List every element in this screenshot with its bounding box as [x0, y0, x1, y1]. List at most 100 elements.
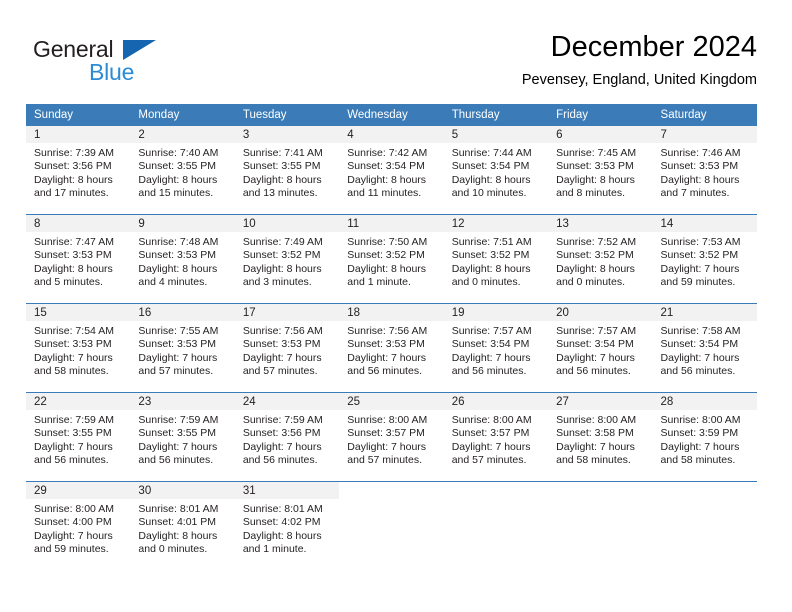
daylight-text: Daylight: 8 hours and 1 minute.	[242, 529, 322, 556]
sunrise-text: Sunrise: 7:47 AM	[34, 236, 114, 248]
calendar-day-cell[interactable]: 4 Sunrise: 7:42 AM Sunset: 3:54 PM Daylight…	[339, 126, 444, 215]
sunrise-text: Sunrise: 7:55 AM	[138, 325, 219, 337]
daylight-text: Daylight: 7 hours and 56 minutes.	[34, 440, 113, 467]
sunrise-text: Sunrise: 8:00 AM	[556, 414, 637, 426]
daylight-text: Daylight: 7 hours and 57 minutes.	[451, 440, 531, 467]
calendar-day-cell[interactable]: 8 Sunrise: 7:47 AM Sunset: 3:53 PM Daylight…	[26, 214, 131, 304]
day-number: 22	[26, 393, 131, 410]
day-number: 13	[548, 215, 653, 232]
day-sun-info: Sunrise: 7:46 AM Sunset: 3:53 PM Daylight:…	[653, 143, 757, 201]
sunset-text: Sunset: 3:53 PM	[347, 338, 425, 351]
sunset-text: Sunset: 3:54 PM	[556, 338, 634, 351]
weekday-header-tuesday: Tuesday	[234, 104, 340, 126]
day-cell-inner: 27 Sunrise: 8:00 AM Sunset: 3:58 PM Dayligh…	[548, 393, 653, 481]
calendar-day-cell[interactable]: 18 Sunrise: 7:56 AM Sunset: 3:53 PM Dayligh…	[339, 303, 444, 393]
day-number: 14	[652, 215, 757, 232]
day-cell-inner: 2 Sunrise: 7:40 AM Sunset: 3:55 PM Daylight…	[130, 126, 235, 214]
calendar-day-cell[interactable]: 2 Sunrise: 7:40 AM Sunset: 3:55 PM Daylight…	[130, 126, 235, 215]
daylight-text: Daylight: 7 hours and 58 minutes.	[556, 440, 635, 467]
calendar-day-cell[interactable]: 6 Sunrise: 7:45 AM Sunset: 3:53 PM Daylight…	[548, 126, 653, 215]
calendar-day-cell[interactable]: 15 Sunrise: 7:54 AM Sunset: 3:53 PM Dayligh…	[26, 303, 131, 393]
calendar-day-cell[interactable]: 1 Sunrise: 7:39 AM Sunset: 3:56 PM Daylight…	[26, 126, 131, 215]
day-number: 8	[26, 215, 131, 232]
sunset-text: Sunset: 3:57 PM	[347, 427, 425, 440]
calendar-day-cell[interactable]: 25 Sunrise: 8:00 AM Sunset: 3:57 PM Dayligh…	[339, 392, 444, 482]
generalblue-logo[interactable]: General Blue	[33, 36, 213, 85]
day-sun-info: Sunrise: 7:47 AM Sunset: 3:53 PM Daylight:…	[26, 232, 130, 290]
sunrise-text: Sunrise: 7:39 AM	[34, 147, 114, 159]
day-number: 29	[26, 482, 131, 499]
calendar-day-cell	[443, 481, 549, 570]
calendar-day-cell[interactable]: 12 Sunrise: 7:51 AM Sunset: 3:52 PM Dayligh…	[443, 214, 549, 304]
calendar-day-cell[interactable]: 7 Sunrise: 7:46 AM Sunset: 3:53 PM Daylight…	[652, 126, 757, 215]
calendar-day-cell[interactable]: 19 Sunrise: 7:57 AM Sunset: 3:54 PM Dayligh…	[443, 303, 549, 393]
calendar-day-cell[interactable]: 30 Sunrise: 8:01 AM Sunset: 4:01 PM Dayligh…	[130, 481, 235, 570]
sunrise-text: Sunrise: 7:58 AM	[660, 325, 741, 337]
calendar-day-cell[interactable]: 29 Sunrise: 8:00 AM Sunset: 4:00 PM Dayligh…	[26, 481, 131, 570]
daylight-text: Daylight: 8 hours and 0 minutes.	[451, 262, 531, 289]
day-cell-inner: 31 Sunrise: 8:01 AM Sunset: 4:02 PM Dayligh…	[234, 482, 340, 570]
day-sun-info	[653, 499, 757, 503]
daylight-text: Daylight: 8 hours and 15 minutes.	[138, 173, 218, 200]
day-number	[548, 482, 652, 499]
page-title: December 2024	[550, 31, 757, 63]
day-number: 1	[26, 126, 131, 143]
daylight-text: Daylight: 7 hours and 57 minutes.	[138, 351, 218, 378]
sunset-text: Sunset: 3:53 PM	[556, 160, 634, 173]
day-cell-inner: 14 Sunrise: 7:53 AM Sunset: 3:52 PM Dayligh…	[652, 215, 757, 303]
day-cell-inner	[444, 482, 548, 570]
daylight-text: Daylight: 8 hours and 0 minutes.	[138, 529, 218, 556]
sunrise-text: Sunrise: 7:59 AM	[242, 414, 323, 426]
day-number: 9	[130, 215, 235, 232]
day-sun-info: Sunrise: 7:59 AM Sunset: 3:56 PM Daylight:…	[235, 410, 339, 468]
day-sun-info: Sunrise: 7:54 AM Sunset: 3:53 PM Daylight:…	[26, 321, 130, 379]
day-cell-inner: 30 Sunrise: 8:01 AM Sunset: 4:01 PM Dayligh…	[130, 482, 235, 570]
day-cell-inner: 11 Sunrise: 7:50 AM Sunset: 3:52 PM Dayligh…	[339, 215, 444, 303]
sunrise-text: Sunrise: 8:00 AM	[347, 414, 428, 426]
sunset-text: Sunset: 3:52 PM	[242, 249, 321, 262]
calendar-day-cell[interactable]: 17 Sunrise: 7:56 AM Sunset: 3:53 PM Dayligh…	[234, 303, 340, 393]
calendar-day-cell[interactable]: 31 Sunrise: 8:01 AM Sunset: 4:02 PM Dayligh…	[234, 481, 340, 570]
day-sun-info: Sunrise: 7:48 AM Sunset: 3:53 PM Daylight:…	[130, 232, 234, 290]
day-sun-info: Sunrise: 7:57 AM Sunset: 3:54 PM Daylight:…	[444, 321, 548, 379]
sunset-text: Sunset: 3:59 PM	[660, 427, 739, 440]
calendar-day-cell[interactable]: 9 Sunrise: 7:48 AM Sunset: 3:53 PM Daylight…	[130, 214, 235, 304]
sunrise-text: Sunrise: 7:59 AM	[138, 414, 219, 426]
calendar-day-cell[interactable]: 22 Sunrise: 7:59 AM Sunset: 3:55 PM Dayligh…	[26, 392, 131, 482]
daylight-text: Daylight: 7 hours and 56 minutes.	[660, 351, 740, 378]
day-cell-inner: 19 Sunrise: 7:57 AM Sunset: 3:54 PM Dayligh…	[443, 304, 549, 392]
calendar-day-cell[interactable]: 3 Sunrise: 7:41 AM Sunset: 3:55 PM Daylight…	[234, 126, 340, 215]
calendar-day-cell[interactable]: 24 Sunrise: 7:59 AM Sunset: 3:56 PM Dayligh…	[234, 392, 340, 482]
calendar-day-cell[interactable]: 10 Sunrise: 7:49 AM Sunset: 3:52 PM Dayligh…	[234, 214, 340, 304]
calendar-day-cell[interactable]: 27 Sunrise: 8:00 AM Sunset: 3:58 PM Dayligh…	[548, 392, 653, 482]
day-number: 21	[652, 304, 757, 321]
calendar-table: Sunday Monday Tuesday Wednesday Thursday…	[26, 104, 757, 570]
daylight-text: Daylight: 7 hours and 57 minutes.	[242, 351, 322, 378]
calendar-day-cell[interactable]: 5 Sunrise: 7:44 AM Sunset: 3:54 PM Daylight…	[443, 126, 549, 215]
calendar-day-cell[interactable]: 20 Sunrise: 7:57 AM Sunset: 3:54 PM Dayligh…	[548, 303, 653, 393]
calendar-day-cell[interactable]: 28 Sunrise: 8:00 AM Sunset: 3:59 PM Dayligh…	[652, 392, 757, 482]
day-cell-inner: 8 Sunrise: 7:47 AM Sunset: 3:53 PM Daylight…	[26, 215, 131, 303]
calendar-day-cell[interactable]: 23 Sunrise: 7:59 AM Sunset: 3:55 PM Dayligh…	[130, 392, 235, 482]
weekday-header-wednesday: Wednesday	[339, 104, 444, 126]
calendar-day-cell[interactable]: 11 Sunrise: 7:50 AM Sunset: 3:52 PM Dayligh…	[339, 214, 444, 304]
calendar-day-cell[interactable]: 14 Sunrise: 7:53 AM Sunset: 3:52 PM Dayligh…	[652, 214, 757, 304]
calendar-day-cell[interactable]: 21 Sunrise: 7:58 AM Sunset: 3:54 PM Dayligh…	[652, 303, 757, 393]
day-number: 16	[130, 304, 235, 321]
sunrise-text: Sunrise: 8:01 AM	[242, 503, 323, 515]
sunset-text: Sunset: 4:02 PM	[242, 516, 321, 529]
sunrise-text: Sunrise: 7:57 AM	[556, 325, 637, 337]
calendar-day-cell[interactable]: 13 Sunrise: 7:52 AM Sunset: 3:52 PM Dayligh…	[548, 214, 653, 304]
calendar-day-cell[interactable]: 16 Sunrise: 7:55 AM Sunset: 3:53 PM Dayligh…	[130, 303, 235, 393]
sunset-text: Sunset: 4:00 PM	[34, 516, 112, 529]
daylight-text: Daylight: 8 hours and 17 minutes.	[34, 173, 113, 200]
calendar-day-cell[interactable]: 26 Sunrise: 8:00 AM Sunset: 3:57 PM Dayligh…	[443, 392, 549, 482]
day-sun-info: Sunrise: 7:56 AM Sunset: 3:53 PM Daylight:…	[339, 321, 443, 379]
sunset-text: Sunset: 3:53 PM	[660, 160, 739, 173]
day-number: 25	[339, 393, 444, 410]
day-sun-info: Sunrise: 7:58 AM Sunset: 3:54 PM Daylight:…	[653, 321, 757, 379]
day-cell-inner	[548, 482, 652, 570]
sunset-text: Sunset: 3:53 PM	[34, 249, 112, 262]
day-cell-inner: 21 Sunrise: 7:58 AM Sunset: 3:54 PM Dayligh…	[652, 304, 757, 392]
sunset-text: Sunset: 3:55 PM	[138, 427, 217, 440]
